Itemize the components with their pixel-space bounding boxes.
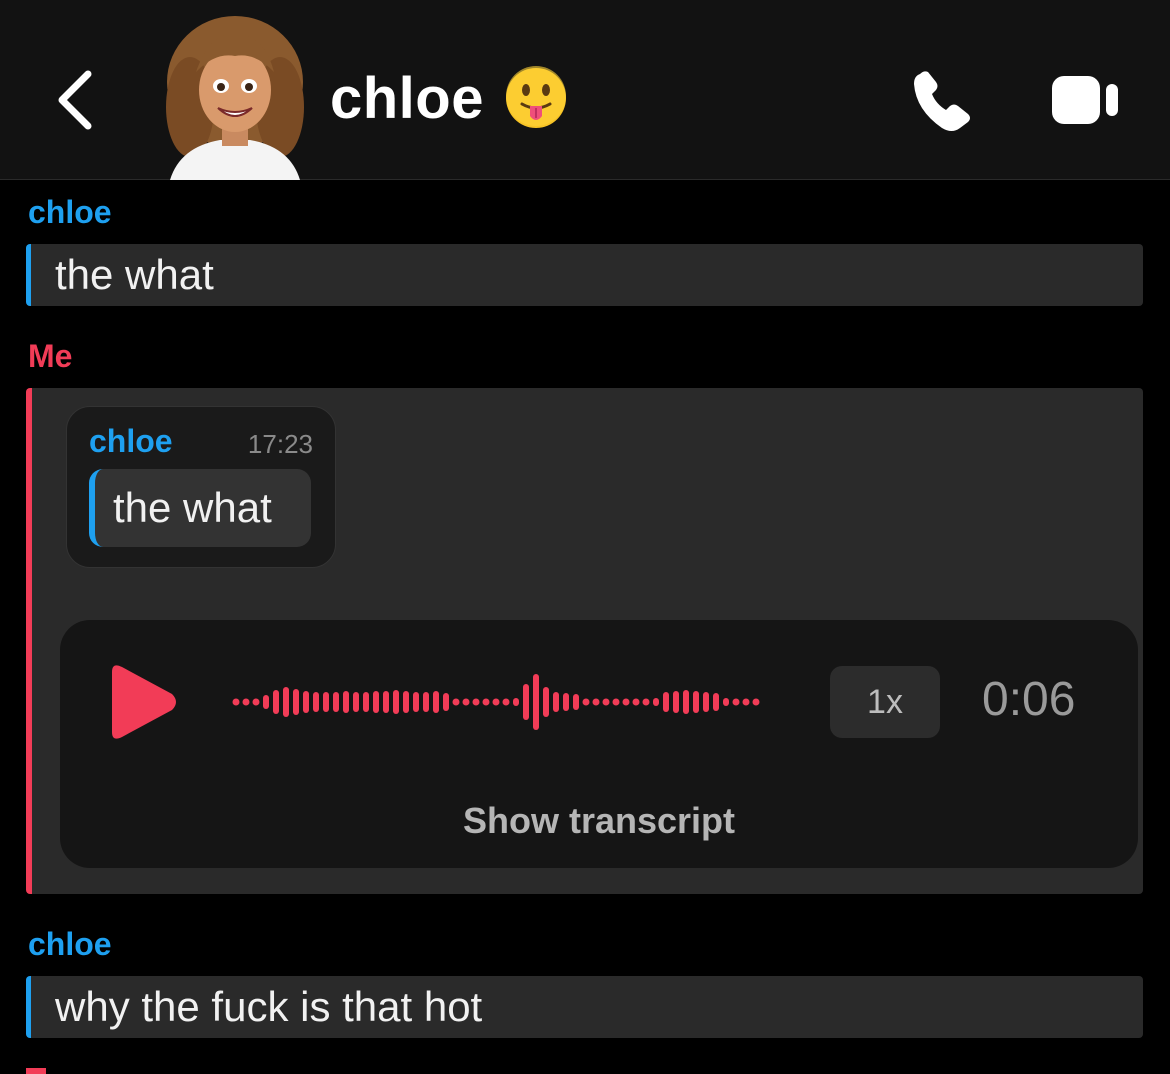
waveform-bar bbox=[653, 698, 659, 706]
quoted-text: the what bbox=[89, 469, 311, 547]
waveform-bar bbox=[663, 692, 669, 712]
chevron-left-icon bbox=[58, 70, 92, 130]
message-text: why the fuck is that hot bbox=[55, 983, 483, 1030]
sender-label: chloe bbox=[28, 926, 112, 962]
waveform-bar bbox=[413, 692, 419, 712]
video-camera-icon bbox=[1052, 76, 1118, 124]
waveform-dot bbox=[242, 698, 250, 706]
waveform-bar bbox=[713, 693, 719, 711]
waveform-bar bbox=[293, 689, 299, 715]
waveform-bar bbox=[263, 695, 269, 709]
waveform-bar bbox=[723, 698, 729, 706]
waveform-bar bbox=[513, 698, 519, 706]
playback-speed-button[interactable]: 1x bbox=[830, 666, 940, 738]
next-sender-stub bbox=[26, 1068, 46, 1074]
waveform-bar bbox=[283, 687, 289, 717]
quoted-message[interactable]: chloe 17:23 the what bbox=[66, 406, 336, 568]
sender-label: chloe bbox=[28, 194, 112, 230]
message-bubble[interactable]: why the fuck is that hot bbox=[26, 976, 1143, 1038]
play-button[interactable] bbox=[98, 660, 182, 744]
waveform-dot bbox=[752, 698, 760, 706]
phone-icon bbox=[914, 71, 970, 131]
message-bubble[interactable]: the what bbox=[26, 244, 1143, 306]
waveform-bar bbox=[403, 691, 409, 713]
reply-message: chloe 17:23 the what 1x 0:06 Show transc… bbox=[26, 388, 1143, 894]
waveform-bar bbox=[363, 692, 369, 712]
waveform-bar bbox=[333, 692, 339, 712]
back-button[interactable] bbox=[48, 66, 108, 134]
waveform-bar bbox=[703, 692, 709, 712]
waveform-bar bbox=[353, 692, 359, 712]
waveform-dot bbox=[622, 698, 630, 706]
waveform-bar bbox=[313, 692, 319, 712]
waveform-bar bbox=[303, 691, 309, 713]
waveform-bar bbox=[433, 691, 439, 713]
waveform-bar bbox=[523, 684, 529, 720]
waveform-dot bbox=[632, 698, 640, 706]
voice-note: 1x 0:06 Show transcript bbox=[60, 620, 1138, 868]
waveform-bar bbox=[553, 692, 559, 712]
waveform-bar bbox=[573, 694, 579, 710]
waveform-dot bbox=[252, 698, 260, 706]
waveform-bar bbox=[543, 687, 549, 717]
voice-call-button[interactable] bbox=[906, 66, 976, 136]
waveform-bar bbox=[533, 674, 539, 730]
waveform-dot bbox=[612, 698, 620, 706]
waveform-bar bbox=[563, 693, 569, 711]
tongue-emoji-icon bbox=[506, 66, 566, 128]
waveform-dot bbox=[232, 698, 240, 706]
waveform-dot bbox=[452, 698, 460, 706]
waveform-dot bbox=[482, 698, 490, 706]
waveform-bar bbox=[273, 690, 279, 714]
waveform[interactable] bbox=[232, 660, 772, 744]
waveform-bar bbox=[423, 692, 429, 712]
waveform-bar bbox=[683, 690, 689, 714]
waveform-bar bbox=[343, 691, 349, 713]
video-call-button[interactable] bbox=[1050, 72, 1122, 128]
quoted-sender: chloe bbox=[89, 423, 173, 459]
waveform-bar bbox=[323, 692, 329, 712]
waveform-dot bbox=[462, 698, 470, 706]
waveform-dot bbox=[742, 698, 750, 706]
waveform-dot bbox=[642, 698, 650, 706]
waveform-dot bbox=[592, 698, 600, 706]
waveform-bar bbox=[383, 691, 389, 713]
waveform-dot bbox=[732, 698, 740, 706]
waveform-bar bbox=[443, 693, 449, 711]
waveform-dot bbox=[502, 698, 510, 706]
chat-header: chloe bbox=[0, 0, 1170, 180]
waveform-bar bbox=[373, 691, 379, 713]
waveform-bar bbox=[673, 691, 679, 713]
waveform-bar bbox=[693, 691, 699, 713]
contact-name: chloe bbox=[330, 65, 484, 131]
waveform-dot bbox=[582, 698, 590, 706]
chat-title[interactable]: chloe bbox=[330, 58, 568, 138]
waveform-dot bbox=[602, 698, 610, 706]
waveform-dot bbox=[492, 698, 500, 706]
play-icon bbox=[112, 665, 176, 739]
avatar[interactable] bbox=[160, 12, 310, 180]
message-text: the what bbox=[55, 251, 214, 298]
waveform-bar bbox=[393, 690, 399, 714]
quoted-timestamp: 17:23 bbox=[247, 429, 313, 459]
waveform-dot bbox=[472, 698, 480, 706]
show-transcript-button[interactable]: Show transcript bbox=[60, 800, 1138, 842]
sender-label: Me bbox=[28, 338, 73, 374]
voice-duration: 0:06 bbox=[982, 673, 1076, 726]
